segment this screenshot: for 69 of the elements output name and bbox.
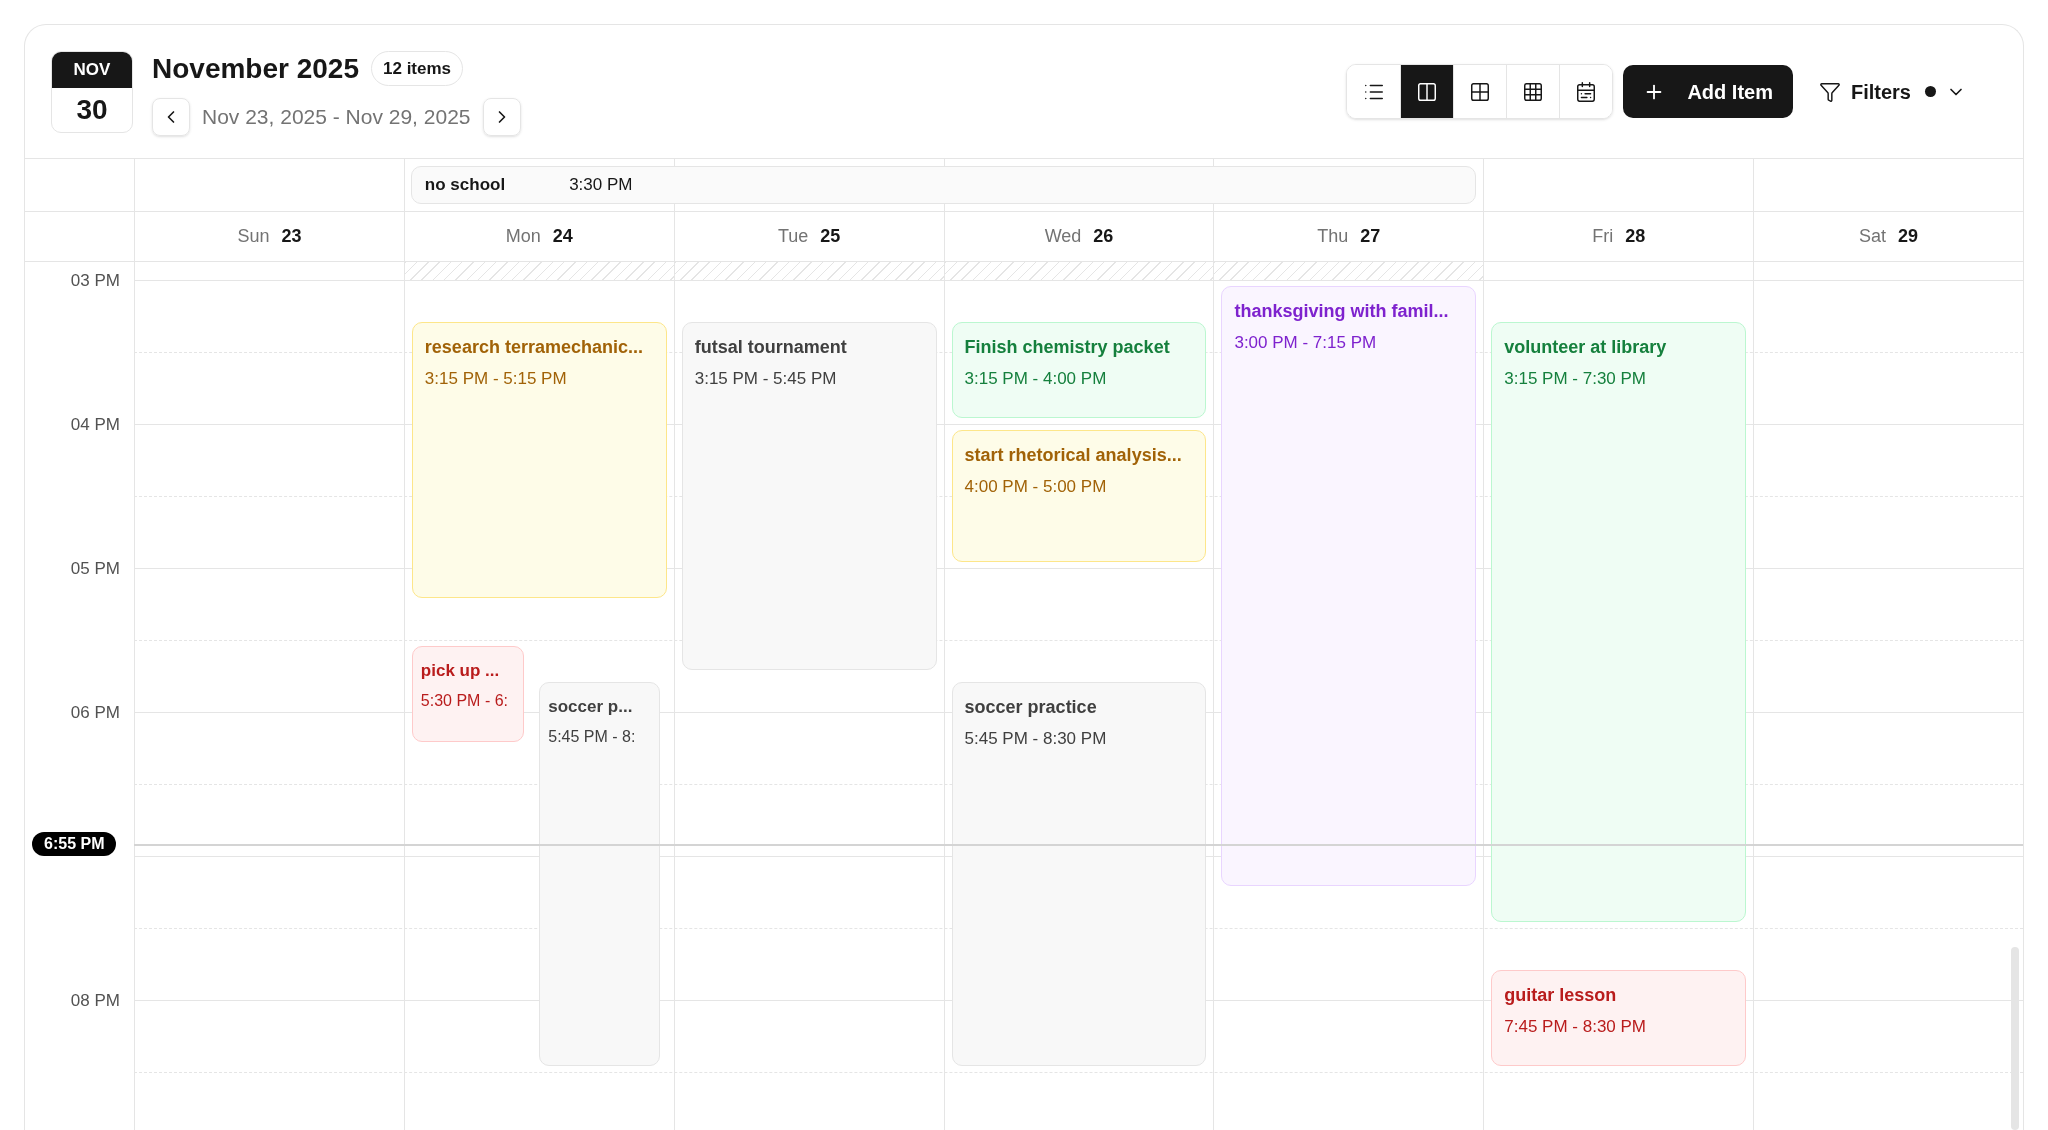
weekday-label: Sat [1859, 225, 1887, 248]
event-card[interactable]: start rhetorical analysis... 4:00 PM - 5:00 PM [951, 430, 1207, 562]
hour-label: 08 PM [70, 992, 120, 1009]
view-toggle[interactable] [1400, 65, 1454, 118]
view-toggle[interactable] [1506, 65, 1560, 118]
columns-icon [1416, 80, 1439, 103]
weekday-label: Thu [1317, 225, 1349, 248]
weekday-label: Fri [1592, 225, 1614, 248]
event-card[interactable]: research terramechanic... 3:15 PM - 5:15 PM [411, 322, 667, 598]
event-card[interactable]: volunteer at library 3:15 PM - 7:30 PM [1491, 322, 1747, 922]
view-toggle[interactable] [1347, 65, 1401, 118]
event-time: 5:45 PM - 8:30 PM [964, 728, 1108, 750]
event-card[interactable]: Finish chemistry packet 3:15 PM - 4:00 PM [951, 322, 1207, 418]
all-day-event[interactable]: no school 3:30 PM [410, 166, 1477, 204]
current-time-badge: 6:55 PM [32, 832, 117, 857]
filters-button[interactable]: Filters [1802, 65, 1982, 118]
weekday-label: Tue [777, 225, 809, 248]
date-range: Nov 23, 2025 - Nov 29, 2025 [202, 103, 471, 130]
weekday-label: Sun [237, 225, 270, 248]
calendar-icon [1575, 80, 1598, 103]
grid-icon [1469, 80, 1492, 103]
day-date: 25 [820, 225, 841, 248]
day-date: 28 [1625, 225, 1646, 248]
add-item-button[interactable]: Add Item [1623, 65, 1793, 118]
hour-label: 04 PM [70, 416, 120, 433]
event-title: Finish chemistry packet [964, 336, 1171, 359]
event-title: pick up ... [420, 660, 501, 682]
day-date: 23 [281, 225, 302, 248]
event-time: 5:45 PM - 8: [548, 726, 637, 747]
day-date: 29 [1898, 225, 1919, 248]
month-title: November 2025 [152, 51, 359, 86]
event-time: 5:30 PM - 6: [420, 690, 509, 711]
weekday-label: Wed [1044, 225, 1082, 248]
event-card[interactable]: thanksgiving with famil... 3:00 PM - 7:15 PM [1221, 286, 1477, 886]
view-toggle[interactable] [1559, 65, 1613, 118]
event-title: no school [424, 174, 506, 197]
event-title: soccer practice [964, 696, 1098, 719]
event-title: start rhetorical analysis... [964, 444, 1183, 467]
hour-label: 05 PM [70, 560, 120, 577]
event-title: volunteer at library [1504, 336, 1668, 359]
event-title: futsal tournament [694, 336, 848, 359]
event-time: 3:15 PM - 5:45 PM [694, 368, 838, 390]
event-card[interactable]: pick up ... 5:30 PM - 6: [411, 646, 525, 742]
event-title: guitar lesson [1504, 984, 1618, 1007]
event-time: 3:00 PM - 7:15 PM [1234, 332, 1378, 354]
event-card[interactable]: soccer p... 5:45 PM - 8: [539, 682, 660, 1066]
filter-icon [1818, 80, 1841, 103]
event-time: 3:30 PM [569, 174, 633, 197]
day-date: 24 [552, 225, 573, 248]
day-date: 26 [1093, 225, 1114, 248]
day-number: 30 [75, 92, 109, 127]
hour-label: 03 PM [70, 272, 120, 289]
event-time: 3:15 PM - 7:30 PM [1504, 368, 1647, 390]
event-title: research terramechanic... [424, 336, 644, 359]
hour-label: 06 PM [70, 704, 120, 721]
weekday-label: Mon [505, 225, 541, 248]
event-card[interactable]: guitar lesson 7:45 PM - 8:30 PM [1491, 970, 1747, 1066]
day-date: 27 [1360, 225, 1381, 248]
event-card[interactable]: futsal tournament 3:15 PM - 5:45 PM [681, 322, 937, 670]
view-toggle[interactable] [1453, 65, 1507, 118]
grid-icon [1522, 80, 1545, 103]
event-time: 3:15 PM - 4:00 PM [964, 368, 1108, 390]
event-title: thanksgiving with famil... [1234, 300, 1450, 323]
event-time: 4:00 PM - 5:00 PM [964, 476, 1108, 498]
month-label: NOV [52, 51, 132, 88]
event-time: 3:15 PM - 5:15 PM [424, 368, 568, 390]
event-title: soccer p... [548, 696, 634, 718]
event-card[interactable]: soccer practice 5:45 PM - 8:30 PM [951, 682, 1207, 1066]
event-time: 7:45 PM - 8:30 PM [1504, 1016, 1647, 1038]
